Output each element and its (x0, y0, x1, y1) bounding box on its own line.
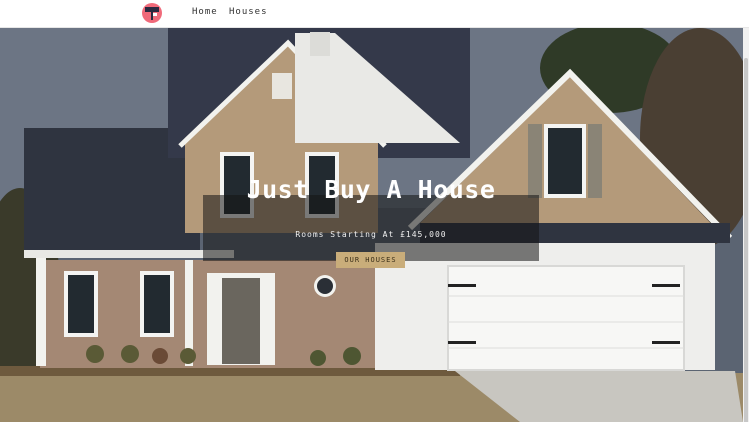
top-navbar: Home Houses (0, 0, 749, 28)
scrollbar[interactable] (743, 28, 749, 422)
hero-section (0, 28, 743, 422)
nav-link-houses[interactable]: Houses (229, 7, 268, 17)
hero-subtitle: Rooms Starting At £145,000 (295, 230, 447, 239)
scrollbar-thumb[interactable] (744, 58, 748, 422)
nav-link-home[interactable]: Home (192, 7, 218, 17)
hero-title: Just Buy A House (246, 175, 496, 204)
logo-icon[interactable] (142, 3, 162, 23)
our-houses-button[interactable]: OUR HOUSES (336, 252, 405, 268)
